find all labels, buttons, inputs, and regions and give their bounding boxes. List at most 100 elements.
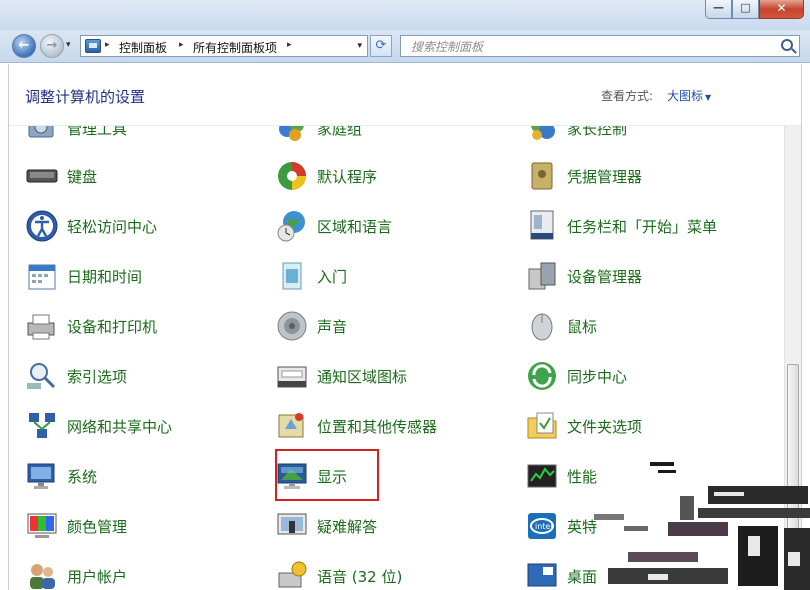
control-panel-item[interactable]: 用户帐户 — [25, 556, 127, 590]
control-panel-item-label: 颜色管理 — [67, 517, 128, 536]
control-panel-item[interactable]: 键盘 — [25, 156, 97, 196]
control-panel-item[interactable]: 日期和时间 — [25, 256, 142, 296]
caption-buttons: — □ ✕ — [705, 0, 804, 19]
control-panel-item[interactable]: 轻松访问中心 — [25, 206, 157, 246]
control-panel-item[interactable]: 鼠标 — [525, 306, 597, 346]
close-icon: ✕ — [776, 1, 787, 15]
svg-text:intel: intel — [535, 522, 553, 531]
address-bar[interactable]: ▸ 控制面板 ▸ 所有控制面板项 ▸ ▾ — [80, 35, 368, 57]
credential-manager-icon — [525, 159, 559, 193]
control-panel-item[interactable]: 索引选项 — [25, 356, 127, 396]
navigation-bar: ← → ▾ ▸ 控制面板 ▸ 所有控制面板项 ▸ ▾ ⟳ — [0, 30, 810, 63]
performance-icon — [525, 459, 559, 493]
content-header: 调整计算机的设置 查看方式: 大图标 ▼ — [9, 64, 801, 126]
control-panel-item[interactable]: 疑难解答 — [275, 506, 377, 546]
notification-icons-icon — [275, 359, 309, 393]
search-box[interactable] — [400, 35, 800, 57]
control-panel-item[interactable]: 位置和其他传感器 — [275, 406, 437, 446]
control-panel-icon — [85, 39, 101, 53]
control-panel-item-label: 位置和其他传感器 — [317, 417, 438, 436]
control-panel-item[interactable]: 设备和打印机 — [25, 306, 157, 346]
control-panel-item[interactable]: 网络和共享中心 — [25, 406, 172, 446]
control-panel-item[interactable]: 入门 — [275, 256, 347, 296]
default-programs-icon — [275, 159, 309, 193]
image-noise-artifact — [594, 462, 810, 590]
minimize-button[interactable]: — — [705, 0, 732, 19]
breadcrumb-control-panel[interactable]: 控制面板 — [119, 39, 167, 56]
page-title: 调整计算机的设置 — [25, 88, 146, 106]
title-bar: — □ ✕ — [0, 0, 810, 30]
desktop-gadgets-icon — [525, 559, 559, 590]
control-panel-item-label: 通知区域图标 — [317, 367, 408, 386]
mouse-icon — [525, 309, 559, 343]
network-icon — [25, 409, 59, 443]
control-panel-item[interactable]: 系统 — [25, 456, 97, 496]
maximize-button[interactable]: □ — [732, 0, 759, 19]
taskbar-icon — [525, 209, 559, 243]
control-panel-item-label: 日期和时间 — [67, 267, 143, 286]
control-panel-item-label: 语音 (32 位) — [317, 567, 403, 586]
control-panel-item-label: 索引选项 — [67, 367, 128, 386]
refresh-button[interactable]: ⟳ — [370, 35, 392, 57]
system-icon — [25, 459, 59, 493]
control-panel-item-label: 任务栏和「开始」菜单 — [567, 217, 718, 236]
folder-options-icon — [525, 409, 559, 443]
chevron-down-icon: ▼ — [705, 93, 712, 102]
breadcrumb-separator-icon[interactable]: ▸ — [179, 40, 184, 50]
control-panel-item[interactable]: 区域和语言 — [275, 206, 392, 246]
forward-arrow-icon: → — [46, 38, 58, 53]
control-panel-item[interactable]: 文件夹选项 — [525, 406, 642, 446]
control-panel-item[interactable]: intel 英特 — [525, 506, 597, 546]
control-panel-item[interactable]: 通知区域图标 — [275, 356, 407, 396]
control-panel-item-label: 文件夹选项 — [567, 417, 643, 436]
control-panel-item[interactable]: 默认程序 — [275, 156, 377, 196]
location-sensor-icon — [275, 409, 309, 443]
address-dropdown-icon[interactable]: ▾ — [357, 41, 362, 51]
close-button[interactable]: ✕ — [759, 0, 804, 19]
control-panel-item-label: 鼠标 — [567, 317, 598, 336]
control-panel-item[interactable]: 桌面 — [525, 556, 597, 590]
breadcrumb-all-items[interactable]: 所有控制面板项 — [193, 39, 277, 56]
region-language-icon — [275, 209, 309, 243]
back-arrow-icon: ← — [18, 38, 30, 53]
recent-pages-dropdown[interactable]: ▾ — [66, 40, 71, 50]
sound-icon — [275, 309, 309, 343]
breadcrumb-separator-icon[interactable]: ▸ — [105, 40, 110, 50]
control-panel-item[interactable]: 颜色管理 — [25, 506, 127, 546]
refresh-icon: ⟳ — [375, 38, 387, 53]
highlight-box-display — [275, 449, 379, 501]
control-panel-item-label: 声音 — [317, 317, 348, 336]
printer-icon — [25, 309, 59, 343]
control-panel-item[interactable]: 凭据管理器 — [525, 156, 642, 196]
control-panel-item-label: 轻松访问中心 — [67, 217, 158, 236]
control-panel-item-label: 疑难解答 — [317, 517, 378, 536]
control-panel-item[interactable]: 性能 — [525, 456, 597, 496]
control-panel-item-label: 网络和共享中心 — [67, 417, 173, 436]
speech-icon — [275, 559, 309, 590]
date-time-icon — [25, 259, 59, 293]
view-by-label: 查看方式: — [601, 89, 654, 103]
search-icon[interactable] — [781, 39, 793, 51]
control-panel-item-label: 系统 — [67, 467, 98, 486]
control-panel-item-label: 用户帐户 — [67, 567, 128, 586]
control-panel-item-label: 设备和打印机 — [67, 317, 158, 336]
forward-button[interactable]: → — [40, 34, 64, 58]
control-panel-item[interactable]: 同步中心 — [525, 356, 627, 396]
control-panel-item-label: 默认程序 — [317, 167, 378, 186]
back-button[interactable]: ← — [12, 34, 36, 58]
control-panel-item[interactable]: 设备管理器 — [525, 256, 642, 296]
search-input[interactable] — [401, 37, 761, 57]
control-panel-item[interactable]: 声音 — [275, 306, 347, 346]
view-by-dropdown[interactable]: 大图标 ▼ — [667, 87, 711, 104]
minimize-icon: — — [713, 1, 724, 14]
getting-started-icon — [275, 259, 309, 293]
control-panel-item-label: 区域和语言 — [317, 217, 393, 236]
intel-graphics-icon: intel — [525, 509, 559, 543]
control-panel-item[interactable]: 任务栏和「开始」菜单 — [525, 206, 717, 246]
view-by-value: 大图标 — [667, 89, 704, 103]
breadcrumb-separator-icon[interactable]: ▸ — [287, 40, 292, 50]
control-panel-item-label: 凭据管理器 — [567, 167, 643, 186]
control-panel-item[interactable]: 语音 (32 位) — [275, 556, 402, 590]
ease-of-access-icon — [25, 209, 59, 243]
keyboard-icon — [25, 159, 59, 193]
